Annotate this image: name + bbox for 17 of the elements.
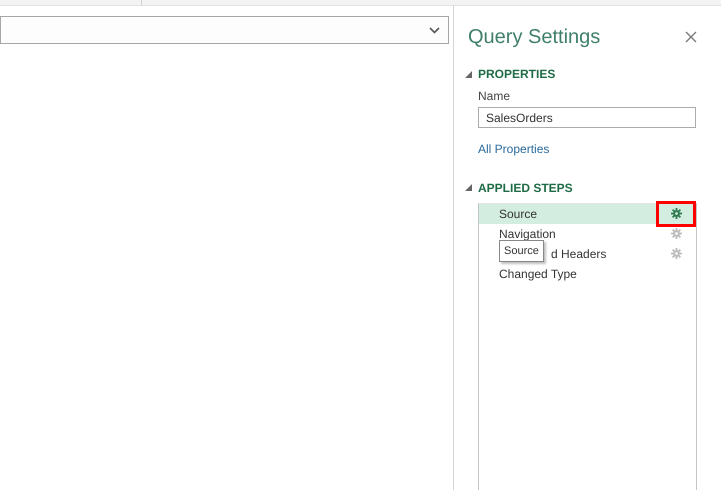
- step-label[interactable]: Navigation: [499, 224, 556, 242]
- panel-title: Query Settings: [468, 25, 600, 50]
- gear-icon[interactable]: [670, 208, 682, 219]
- step-label[interactable]: Changed Type: [499, 264, 577, 282]
- close-icon[interactable]: [685, 31, 697, 43]
- step-label[interactable]: d Headers: [551, 244, 606, 262]
- step-label: Source: [499, 206, 538, 222]
- name-field[interactable]: SalesOrders: [478, 107, 696, 128]
- all-properties-link[interactable]: All Properties: [478, 142, 550, 156]
- formula-dropdown[interactable]: [0, 16, 449, 44]
- section-heading: APPLIED STEPS: [478, 180, 573, 196]
- collapse-triangle-icon[interactable]: [465, 70, 472, 78]
- tooltip: Source: [499, 240, 544, 262]
- section-heading: PROPERTIES: [478, 66, 556, 83]
- field-label: Name: [478, 88, 512, 105]
- collapse-triangle-icon[interactable]: [465, 184, 472, 191]
- chevron-down-icon: [429, 26, 440, 34]
